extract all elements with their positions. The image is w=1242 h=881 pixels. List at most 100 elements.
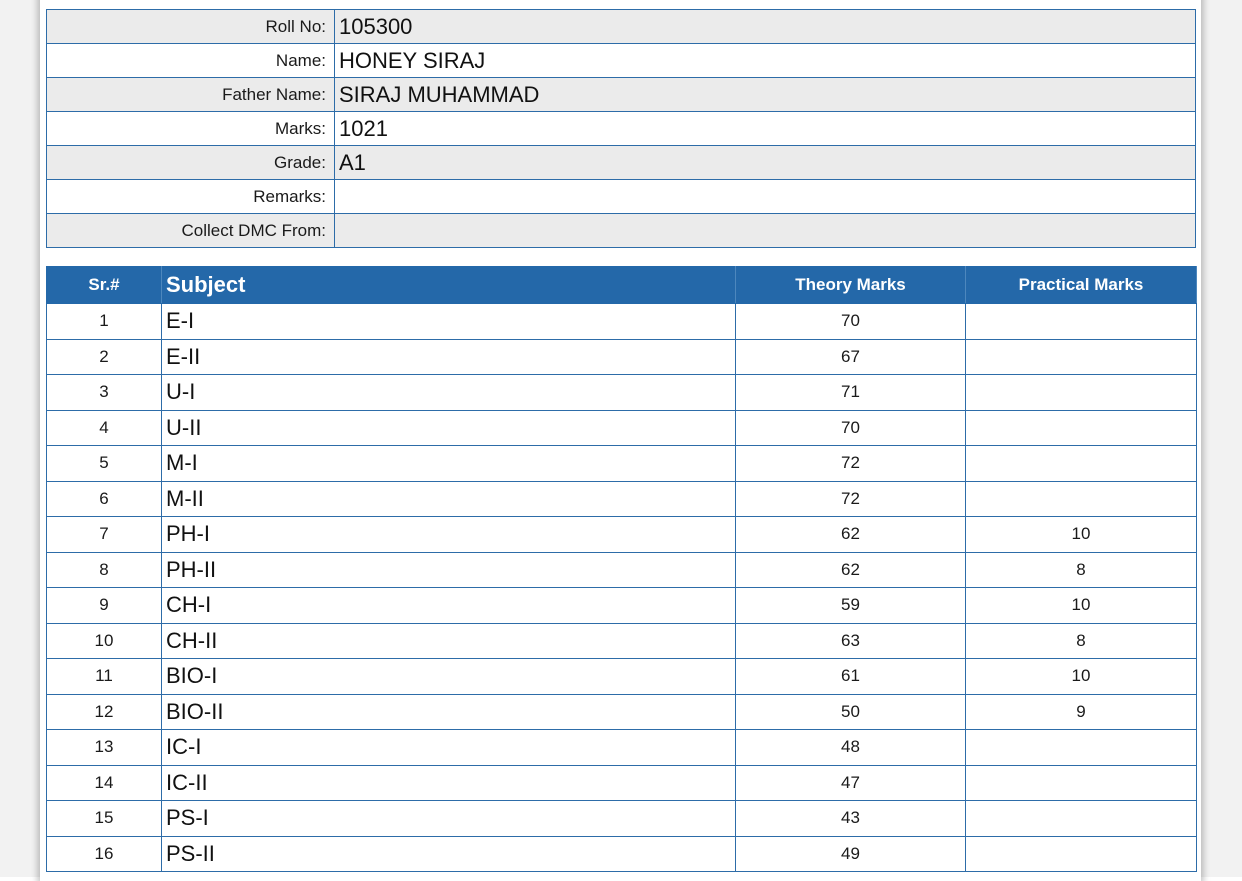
practical-marks-cell	[965, 445, 1197, 482]
theory-marks-cell: 62	[735, 551, 966, 588]
subject-cell: BIO-II	[161, 693, 736, 730]
subject-cell: M-I	[161, 445, 736, 482]
theory-marks-cell: 49	[735, 835, 966, 872]
table-row: 8 PH-II 62 8	[46, 551, 1197, 588]
page-background: Roll No: 105300 Name: HONEY SIRAJ Father…	[0, 0, 1242, 881]
info-row-collect-dmc: Collect DMC From:	[46, 213, 1196, 248]
info-row-roll-no: Roll No: 105300	[46, 9, 1196, 44]
sr-cell: 5	[46, 445, 162, 482]
sr-cell: 13	[46, 729, 162, 766]
practical-marks-cell	[965, 480, 1197, 517]
subject-cell: IC-II	[161, 764, 736, 801]
practical-marks-cell	[965, 409, 1197, 446]
table-row: 10 CH-II 63 8	[46, 622, 1197, 659]
practical-marks-cell: 8	[965, 622, 1197, 659]
sr-cell: 3	[46, 374, 162, 411]
practical-marks-cell	[965, 835, 1197, 872]
grade-value: A1	[334, 145, 1196, 180]
marks-header-row: Sr.# Subject Theory Marks Practical Mark…	[46, 266, 1197, 304]
info-row-remarks: Remarks:	[46, 179, 1196, 214]
info-row-father-name: Father Name: SIRAJ MUHAMMAD	[46, 77, 1196, 112]
table-row: 16 PS-II 49	[46, 835, 1197, 872]
header-theory-marks: Theory Marks	[735, 266, 966, 304]
table-row: 3 U-I 71	[46, 374, 1197, 411]
sr-cell: 11	[46, 658, 162, 695]
sr-cell: 12	[46, 693, 162, 730]
collect-dmc-value	[334, 213, 1196, 248]
theory-marks-cell: 48	[735, 729, 966, 766]
sr-cell: 8	[46, 551, 162, 588]
theory-marks-cell: 50	[735, 693, 966, 730]
subject-cell: PS-I	[161, 800, 736, 837]
table-row: 5 M-I 72	[46, 445, 1197, 482]
header-subject: Subject	[161, 266, 736, 304]
table-row: 2 E-II 67	[46, 338, 1197, 375]
table-row: 6 M-II 72	[46, 480, 1197, 517]
marks-label: Marks:	[46, 111, 335, 146]
theory-marks-cell: 70	[735, 409, 966, 446]
practical-marks-cell	[965, 374, 1197, 411]
father-name-label: Father Name:	[46, 77, 335, 112]
practical-marks-cell	[965, 800, 1197, 837]
table-row: 11 BIO-I 61 10	[46, 658, 1197, 695]
subject-cell: BIO-I	[161, 658, 736, 695]
info-row-grade: Grade: A1	[46, 145, 1196, 180]
practical-marks-cell: 10	[965, 658, 1197, 695]
theory-marks-cell: 72	[735, 480, 966, 517]
sr-cell: 15	[46, 800, 162, 837]
theory-marks-cell: 47	[735, 764, 966, 801]
practical-marks-cell: 10	[965, 516, 1197, 553]
table-row: 14 IC-II 47	[46, 764, 1197, 801]
sr-cell: 14	[46, 764, 162, 801]
theory-marks-cell: 62	[735, 516, 966, 553]
theory-marks-cell: 70	[735, 303, 966, 340]
subject-cell: CH-II	[161, 622, 736, 659]
subject-cell: U-I	[161, 374, 736, 411]
sr-cell: 6	[46, 480, 162, 517]
practical-marks-cell	[965, 764, 1197, 801]
roll-no-label: Roll No:	[46, 9, 335, 44]
subject-cell: CH-I	[161, 587, 736, 624]
student-info-table: Roll No: 105300 Name: HONEY SIRAJ Father…	[46, 9, 1196, 248]
subject-cell: E-II	[161, 338, 736, 375]
sr-cell: 2	[46, 338, 162, 375]
subject-marks-table: Sr.# Subject Theory Marks Practical Mark…	[46, 266, 1197, 872]
sr-cell: 7	[46, 516, 162, 553]
subject-cell: PH-I	[161, 516, 736, 553]
header-practical-marks: Practical Marks	[965, 266, 1197, 304]
subject-cell: PH-II	[161, 551, 736, 588]
theory-marks-cell: 61	[735, 658, 966, 695]
table-row: 13 IC-I 48	[46, 729, 1197, 766]
practical-marks-cell	[965, 729, 1197, 766]
theory-marks-cell: 71	[735, 374, 966, 411]
sr-cell: 10	[46, 622, 162, 659]
theory-marks-cell: 43	[735, 800, 966, 837]
table-row: 7 PH-I 62 10	[46, 516, 1197, 553]
table-row: 12 BIO-II 50 9	[46, 693, 1197, 730]
info-row-name: Name: HONEY SIRAJ	[46, 43, 1196, 78]
grade-label: Grade:	[46, 145, 335, 180]
header-sr: Sr.#	[46, 266, 162, 304]
marks-value: 1021	[334, 111, 1196, 146]
roll-no-value: 105300	[334, 9, 1196, 44]
subject-cell: PS-II	[161, 835, 736, 872]
subject-cell: IC-I	[161, 729, 736, 766]
name-value: HONEY SIRAJ	[334, 43, 1196, 78]
practical-marks-cell: 10	[965, 587, 1197, 624]
sr-cell: 9	[46, 587, 162, 624]
sr-cell: 4	[46, 409, 162, 446]
name-label: Name:	[46, 43, 335, 78]
marks-table-body: 1 E-I 70 2 E-II 67 3 U-I 71 4 U-II 70 5 M-I 72 6 M-II 72 7…	[46, 303, 1197, 872]
remarks-value	[334, 179, 1196, 214]
table-row: 15 PS-I 43	[46, 800, 1197, 837]
subject-cell: E-I	[161, 303, 736, 340]
practical-marks-cell	[965, 338, 1197, 375]
father-name-value: SIRAJ MUHAMMAD	[334, 77, 1196, 112]
table-row: 4 U-II 70	[46, 409, 1197, 446]
theory-marks-cell: 72	[735, 445, 966, 482]
theory-marks-cell: 63	[735, 622, 966, 659]
theory-marks-cell: 59	[735, 587, 966, 624]
subject-cell: M-II	[161, 480, 736, 517]
table-row: 9 CH-I 59 10	[46, 587, 1197, 624]
collect-dmc-label: Collect DMC From:	[46, 213, 335, 248]
